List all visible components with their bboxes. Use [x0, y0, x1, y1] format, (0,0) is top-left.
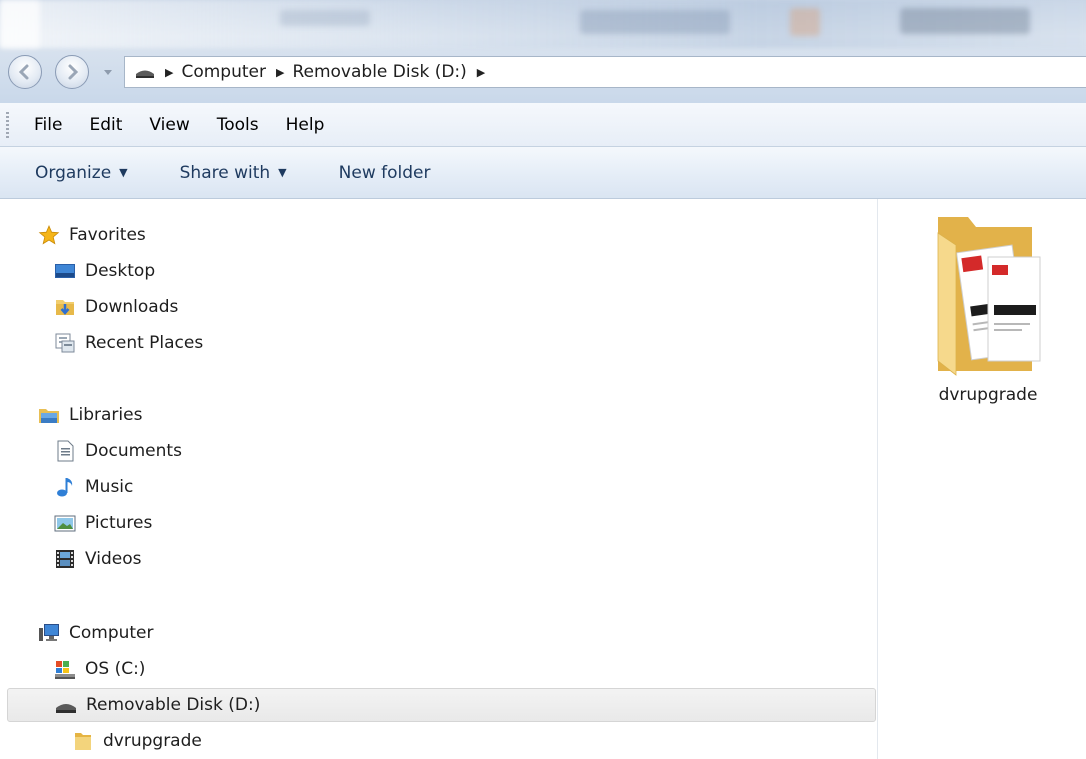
- organize-button[interactable]: Organize ▼: [35, 163, 128, 183]
- breadcrumb-arrow-icon[interactable]: ▶: [477, 66, 485, 79]
- documents-icon: [57, 440, 74, 462]
- nav-favorites[interactable]: Favorites: [38, 218, 146, 252]
- back-button[interactable]: [8, 55, 42, 89]
- nav-item-removable-disk[interactable]: Removable Disk (D:): [7, 688, 876, 722]
- command-bar: Organize ▼ Share with ▼ New folder: [0, 147, 1086, 199]
- nav-item-os-drive[interactable]: OS (C:): [54, 652, 145, 686]
- navigation-pane: Favorites Desktop Downloads Recent Place…: [0, 199, 878, 759]
- nav-favorites-label: Favorites: [69, 225, 146, 245]
- nav-item-label: OS (C:): [85, 659, 146, 679]
- title-blur-blob: [0, 0, 40, 48]
- breadcrumb-arrow-icon[interactable]: ▶: [165, 66, 173, 79]
- folder-icon: [75, 733, 91, 750]
- forward-button[interactable]: [55, 55, 89, 89]
- nav-item-recent-places[interactable]: Recent Places: [54, 326, 203, 360]
- recent-places-icon: [55, 333, 75, 353]
- new-folder-button[interactable]: New folder: [339, 163, 431, 183]
- star-icon: [38, 224, 60, 245]
- title-blur-blob: [790, 8, 820, 36]
- menu-grip: [6, 111, 9, 138]
- nav-item-downloads[interactable]: Downloads: [54, 290, 178, 324]
- menu-tools[interactable]: Tools: [217, 115, 259, 135]
- nav-item-label: Removable Disk (D:): [86, 695, 261, 715]
- title-blur-blob: [280, 10, 370, 26]
- nav-item-videos[interactable]: Videos: [54, 542, 142, 576]
- breadcrumb-removable-disk[interactable]: Removable Disk (D:): [292, 62, 468, 82]
- share-with-button[interactable]: Share with ▼: [180, 163, 287, 183]
- nav-item-label: Pictures: [85, 513, 153, 533]
- videos-film-icon: [56, 550, 74, 568]
- chevron-down-icon: ▼: [119, 166, 128, 179]
- nav-computer[interactable]: Computer: [38, 616, 154, 650]
- chevron-down-icon: ▼: [278, 166, 287, 179]
- removable-drive-icon: [56, 704, 76, 713]
- title-blur-blob: [580, 10, 730, 34]
- nav-item-label: Videos: [85, 549, 142, 569]
- nav-item-label: Documents: [85, 441, 182, 461]
- recent-pages-dropdown-icon[interactable]: [102, 66, 114, 78]
- file-item-label: dvrupgrade: [938, 385, 1038, 405]
- libraries-icon: [39, 409, 59, 423]
- nav-item-label: Recent Places: [85, 333, 204, 353]
- computer-icon: [39, 624, 59, 641]
- downloads-folder-icon: [56, 300, 74, 315]
- music-note-icon: [57, 478, 73, 497]
- breadcrumb-computer[interactable]: Computer: [181, 62, 268, 82]
- folder-icon: [937, 217, 1041, 376]
- new-folder-label: New folder: [338, 162, 431, 183]
- nav-item-desktop[interactable]: Desktop: [54, 254, 155, 288]
- nav-item-documents[interactable]: Documents: [54, 434, 182, 468]
- menu-help[interactable]: Help: [286, 115, 325, 135]
- organize-label: Organize: [35, 162, 112, 183]
- share-with-label: Share with: [179, 162, 271, 183]
- title-blur-blob: [900, 8, 1030, 34]
- menu-edit[interactable]: Edit: [89, 115, 122, 135]
- menu-view[interactable]: View: [149, 115, 189, 135]
- menu-file[interactable]: File: [34, 115, 62, 135]
- nav-item-music[interactable]: Music: [54, 470, 133, 504]
- nav-item-label: Downloads: [85, 297, 179, 317]
- nav-libraries-label: Libraries: [69, 405, 143, 425]
- forward-arrow-icon: [68, 64, 79, 80]
- nav-item-label: Music: [85, 477, 134, 497]
- menu-bar: File Edit View Tools Help: [0, 103, 1086, 147]
- pictures-icon: [54, 515, 76, 532]
- windows-drive-icon: [55, 661, 75, 679]
- desktop-icon: [55, 264, 75, 278]
- back-arrow-icon: [18, 64, 29, 80]
- nav-libraries[interactable]: Libraries: [38, 398, 142, 432]
- nav-computer-label: Computer: [69, 623, 154, 643]
- nav-item-dvrupgrade[interactable]: dvrupgrade: [72, 724, 202, 758]
- nav-item-label: dvrupgrade: [103, 731, 202, 751]
- removable-drive-icon: [133, 64, 157, 80]
- file-item-dvrupgrade[interactable]: dvrupgrade: [918, 209, 1058, 405]
- nav-item-pictures[interactable]: Pictures: [54, 506, 152, 540]
- window-titlebar: ▶ Computer ▶ Removable Disk (D:) ▶: [0, 0, 1086, 103]
- content-pane: dvrupgrade: [878, 199, 1086, 759]
- nav-item-label: Desktop: [85, 261, 156, 281]
- address-bar[interactable]: ▶ Computer ▶ Removable Disk (D:) ▶: [124, 56, 1086, 88]
- breadcrumb-arrow-icon[interactable]: ▶: [276, 66, 284, 79]
